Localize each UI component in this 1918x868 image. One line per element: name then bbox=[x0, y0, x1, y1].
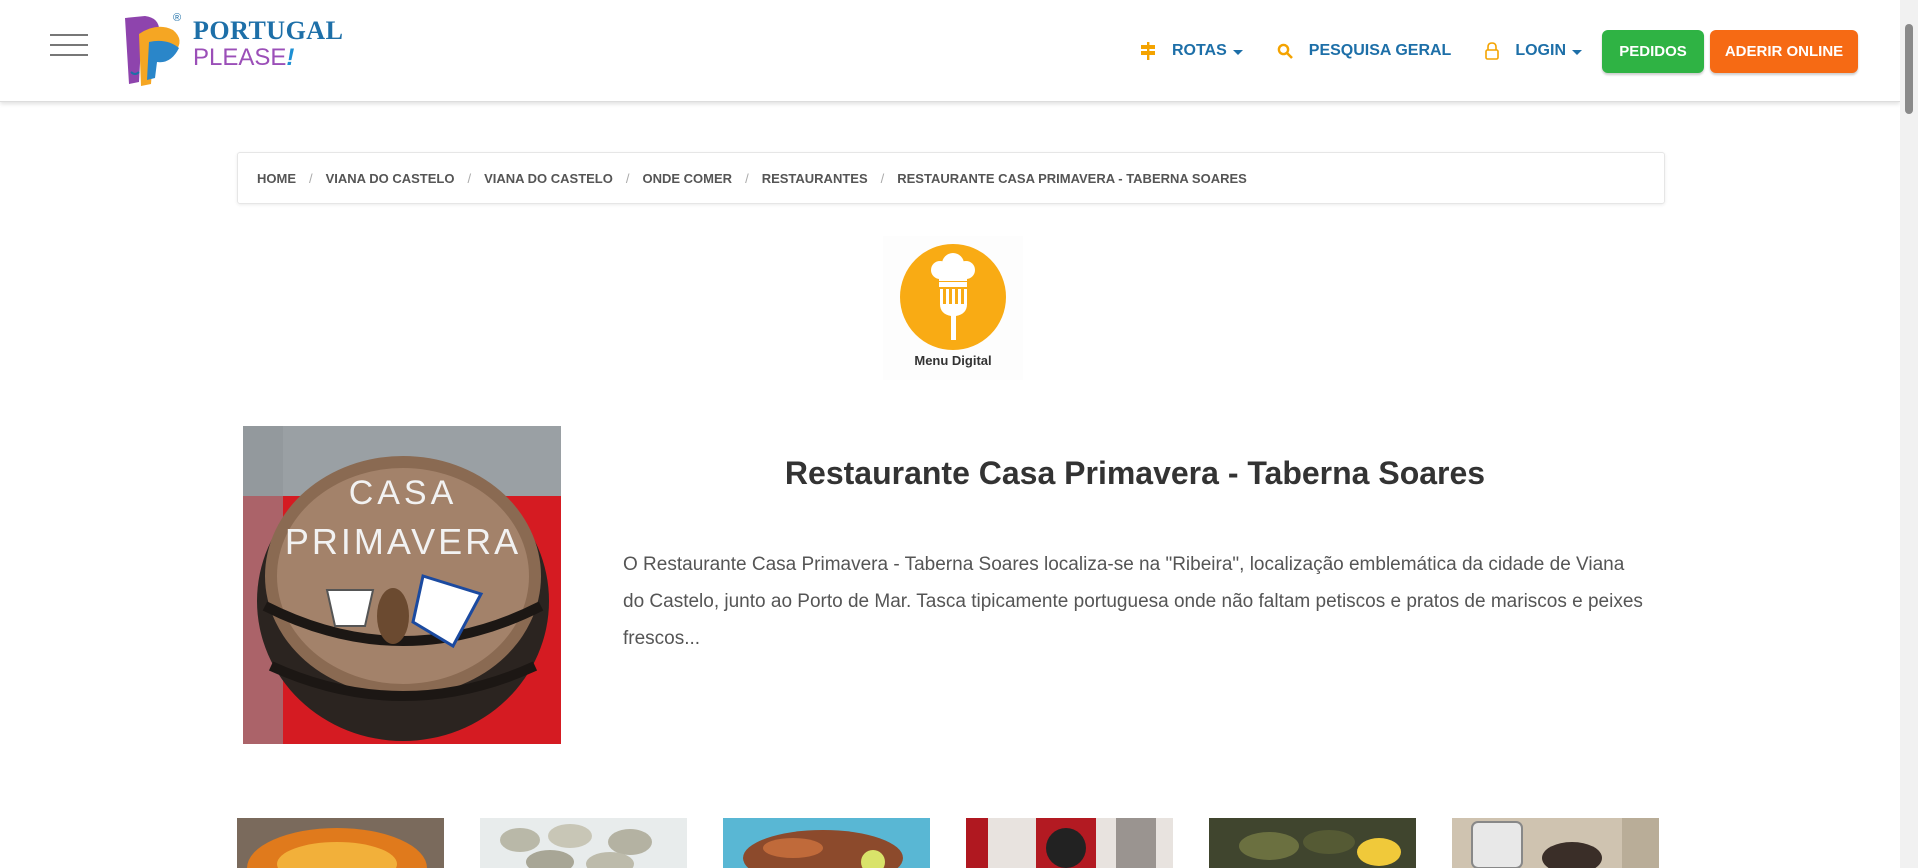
breadcrumb-viana-do-castelo-city[interactable]: VIANA DO CASTELO bbox=[484, 171, 613, 186]
logo-text: PORTUGAL PLEASE! bbox=[193, 17, 343, 71]
restaurant-main-image[interactable]: CASA PRIMAVERA bbox=[243, 426, 561, 744]
image-text-primavera: PRIMAVERA bbox=[285, 521, 521, 562]
lock-icon bbox=[1485, 42, 1500, 60]
breadcrumb: HOME / VIANA DO CASTELO / VIANA DO CASTE… bbox=[237, 152, 1665, 204]
breadcrumb-current: RESTAURANTE CASA PRIMAVERA - TABERNA SOA… bbox=[897, 170, 1247, 186]
breadcrumb-separator: / bbox=[880, 170, 885, 186]
gallery-thumbnail[interactable] bbox=[1209, 818, 1416, 868]
registered-mark: ® bbox=[173, 12, 182, 24]
portugal-please-logo[interactable]: ® PORTUGAL PLEASE! bbox=[121, 12, 351, 90]
pedidos-button[interactable]: PEDIDOS bbox=[1602, 29, 1704, 73]
nav-pesquisa-geral[interactable]: PESQUISA GERAL bbox=[1277, 42, 1452, 60]
breadcrumb-separator: / bbox=[467, 170, 472, 186]
gallery-thumbnail[interactable] bbox=[723, 818, 930, 868]
breadcrumb-viana-do-castelo-district[interactable]: VIANA DO CASTELO bbox=[326, 171, 455, 186]
gallery-thumbnail[interactable] bbox=[1452, 818, 1659, 868]
menu-digital-label: Menu Digital bbox=[914, 353, 992, 368]
restaurant-description: O Restaurante Casa Primavera - Taberna S… bbox=[623, 554, 1643, 649]
main-nav: ROTAS PESQUISA GERAL LOGIN PEDIDOS ADERI… bbox=[1140, 28, 1900, 74]
menu-digital-button[interactable]: Menu Digital bbox=[883, 236, 1023, 380]
nav-login[interactable]: LOGIN bbox=[1485, 42, 1582, 60]
signpost-icon bbox=[1140, 42, 1156, 60]
gallery-thumbnail[interactable] bbox=[966, 818, 1173, 868]
nav-login-label: LOGIN bbox=[1515, 42, 1566, 59]
site-header: ® PORTUGAL PLEASE! ROTAS PESQUISA GERAL … bbox=[0, 0, 1900, 102]
nav-rotas[interactable]: ROTAS bbox=[1140, 42, 1243, 60]
nav-rotas-label: ROTAS bbox=[1171, 42, 1227, 59]
breadcrumb-home[interactable]: HOME bbox=[257, 171, 296, 186]
breadcrumb-separator: / bbox=[625, 170, 630, 186]
logo-line1: PORTUGAL bbox=[193, 16, 344, 45]
restaurant-title: Restaurante Casa Primavera - Taberna Soa… bbox=[784, 455, 1486, 491]
page-scrollbar[interactable] bbox=[1900, 0, 1918, 868]
scrollbar-thumb[interactable] bbox=[1905, 24, 1913, 114]
breadcrumb-onde-comer[interactable]: ONDE COMER bbox=[643, 171, 733, 186]
gallery-thumbnails bbox=[237, 818, 1695, 868]
nav-pesquisa-label: PESQUISA GERAL bbox=[1308, 42, 1452, 59]
breadcrumb-restaurantes[interactable]: RESTAURANTES bbox=[762, 171, 868, 186]
gallery-thumbnail[interactable] bbox=[237, 818, 444, 868]
hamburger-menu-icon[interactable] bbox=[50, 34, 88, 58]
chevron-down-icon bbox=[1572, 49, 1582, 55]
aderir-online-button[interactable]: ADERIR ONLINE bbox=[1710, 29, 1858, 73]
breadcrumb-separator: / bbox=[309, 170, 313, 186]
chef-fork-icon bbox=[900, 244, 1006, 350]
logo-line2: PLEASE! bbox=[193, 44, 295, 71]
search-icon bbox=[1277, 43, 1293, 59]
image-text-casa: CASA bbox=[349, 474, 458, 512]
breadcrumb-separator: / bbox=[745, 170, 749, 186]
chevron-down-icon bbox=[1232, 49, 1243, 55]
gallery-thumbnail[interactable] bbox=[480, 818, 687, 868]
